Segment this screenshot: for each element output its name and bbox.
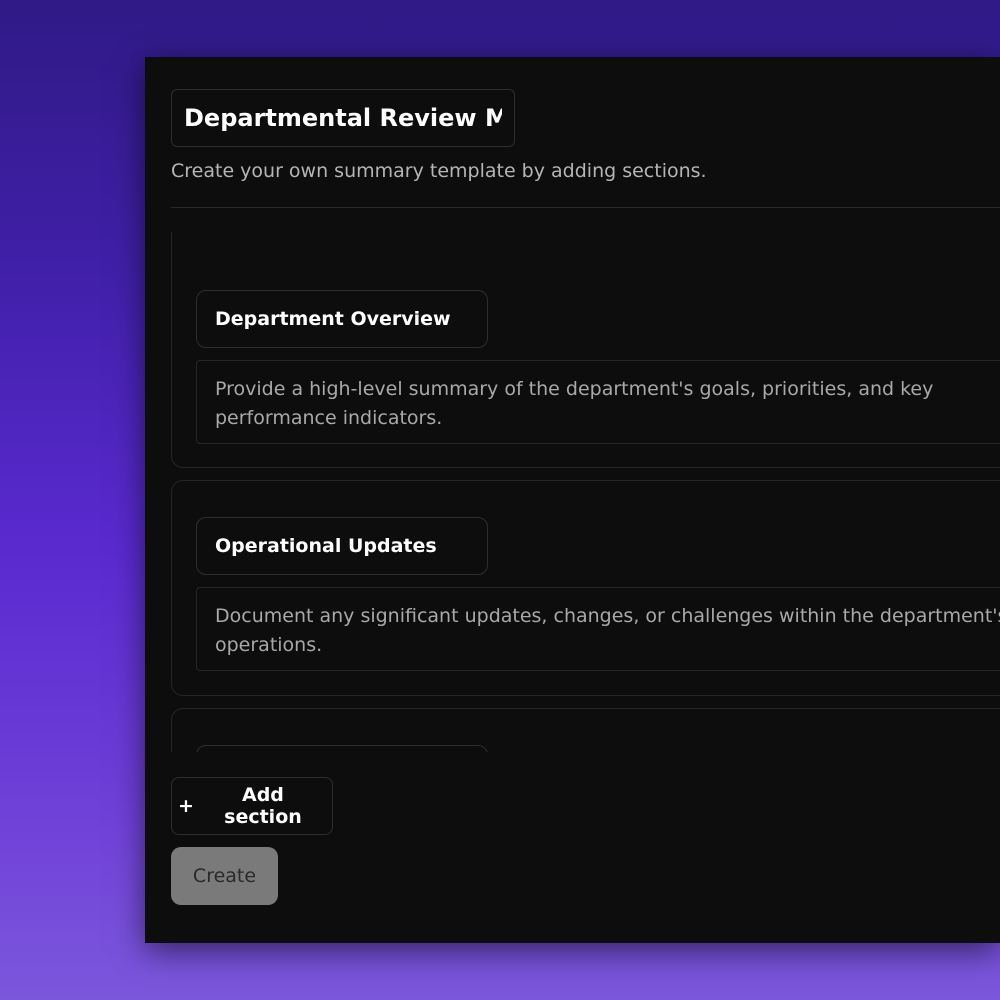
create-button[interactable]: Create — [171, 847, 278, 905]
template-subtitle: Create your own summary template by addi… — [171, 160, 707, 182]
section-name-input[interactable] — [196, 290, 488, 348]
section-description-input[interactable]: Document any significant updates, change… — [196, 587, 1000, 671]
template-editor-panel: Create your own summary template by addi… — [145, 57, 1000, 943]
section-card-operational-updates: Document any significant updates, change… — [171, 480, 1000, 696]
template-title-input[interactable] — [171, 89, 515, 147]
add-section-label: Add section — [224, 784, 302, 828]
section-name-input[interactable] — [196, 517, 488, 575]
sections-list[interactable]: Provide a high-level summary of the depa… — [171, 232, 1000, 752]
section-card-project-initiative-updates — [171, 708, 1000, 752]
add-section-button[interactable]: + Add section — [171, 777, 333, 835]
section-description-input[interactable]: Provide a high-level summary of the depa… — [196, 360, 1000, 444]
section-card-department-overview: Provide a high-level summary of the depa… — [171, 232, 1000, 468]
divider — [171, 207, 1000, 208]
section-name-input[interactable] — [196, 745, 488, 752]
plus-icon: + — [178, 795, 194, 817]
